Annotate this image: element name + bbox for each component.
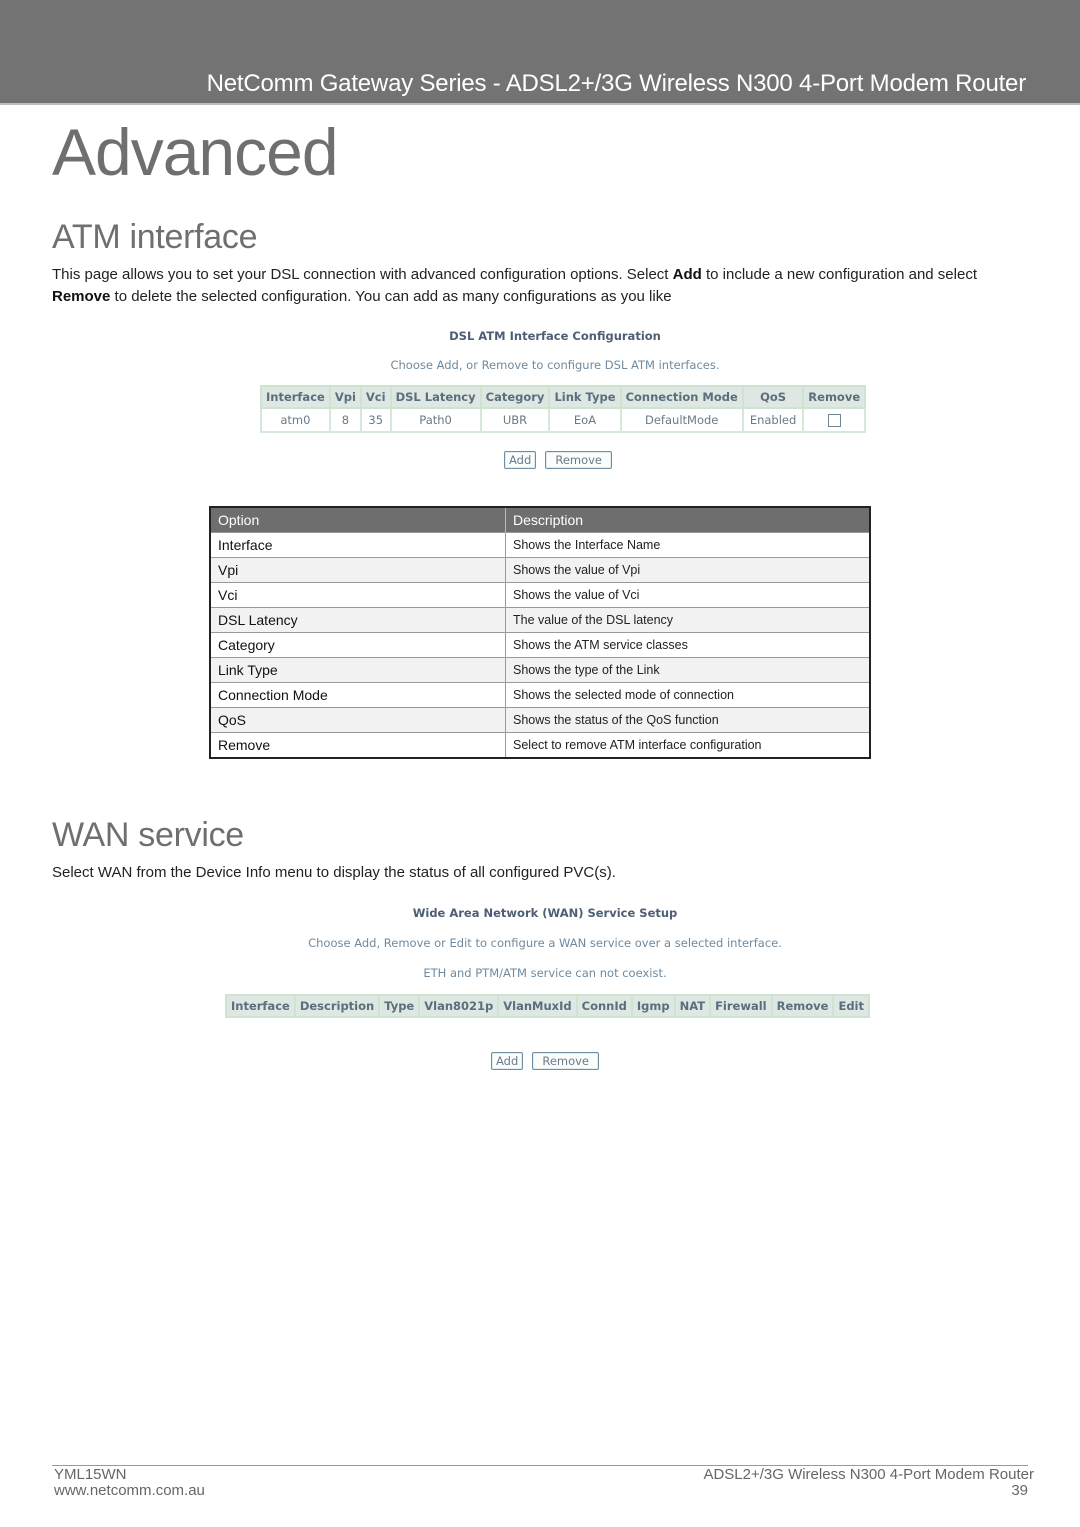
atm-button-row: Add Remove [260, 449, 850, 469]
column-header: Category [479, 385, 551, 409]
cell-link-type: EoA [548, 407, 622, 433]
option-name: Link Type [209, 657, 506, 683]
option-description: Select to remove ATM interface configura… [505, 732, 870, 758]
table-row: atm0 8 35 Path0 UBR EoA DefaultMode Enab… [260, 407, 867, 433]
wan-add-button[interactable]: Add [490, 1052, 524, 1070]
wan-service-header-row: Interface Description Type Vlan8021p Vla… [225, 994, 870, 1018]
atm-interface-table: Interface Vpi Vci DSL Latency Category L… [260, 385, 867, 433]
table-row: Link Type Shows the type of the Link [209, 657, 870, 683]
table-row: DSL Latency The value of the DSL latency [209, 607, 870, 633]
atm-remove-button[interactable]: Remove [545, 451, 613, 469]
cell-dsl-latency: Path0 [389, 407, 482, 433]
column-header: DSL Latency [389, 385, 482, 409]
option-description: Shows the Interface Name [505, 532, 870, 558]
table-row: Category Shows the ATM service classes [209, 632, 870, 658]
dsl-atm-config-subtitle: Choose Add, or Remove to configure DSL A… [390, 358, 720, 372]
option-description: Shows the value of Vpi [505, 557, 870, 583]
dsl-atm-config-title: DSL ATM Interface Configuration [449, 329, 661, 343]
column-header: Remove [802, 385, 867, 409]
column-header: VlanMuxId [497, 994, 578, 1018]
option-description: Shows the ATM service classes [505, 632, 870, 658]
column-header: Vpi [328, 385, 362, 409]
column-header: Interface [225, 994, 296, 1018]
wan-remove-button[interactable]: Remove [532, 1052, 600, 1070]
wan-section-heading: WAN service [52, 816, 244, 854]
wan-button-row: Add Remove [225, 1050, 865, 1070]
series-title: NetComm Gateway Series - ADSL2+/3G Wirel… [206, 70, 1027, 97]
column-header: Edit [832, 994, 870, 1018]
options-header-row: Option Description [209, 507, 870, 533]
option-name: DSL Latency [209, 607, 506, 633]
column-header: Link Type [548, 385, 622, 409]
cell-remove [802, 407, 867, 433]
table-row: Vpi Shows the value of Vpi [209, 557, 870, 583]
column-header: Type [378, 994, 421, 1018]
column-header: Igmp [630, 994, 676, 1018]
option-name: QoS [209, 707, 506, 733]
option-name: Interface [209, 532, 506, 558]
table-row: Connection Mode Shows the selected mode … [209, 682, 870, 708]
cell-vpi: 8 [328, 407, 362, 433]
cell-qos: Enabled [741, 407, 805, 433]
column-header: ConnId [575, 994, 633, 1018]
column-header: Description [293, 994, 381, 1018]
cell-vci: 35 [359, 407, 392, 433]
option-column-header: Option [209, 507, 506, 533]
option-name: Category [209, 632, 506, 658]
cell-interface: atm0 [260, 407, 331, 433]
wan-setup-subtitle: Choose Add, Remove or Edit to configure … [308, 936, 782, 950]
wan-service-table: Interface Description Type Vlan8021p Vla… [225, 994, 870, 1018]
wan-setup-coexist-note: ETH and PTM/ATM service can not coexist. [423, 966, 667, 980]
description-column-header: Description [505, 507, 870, 533]
footer-model: YML15WN [54, 1466, 127, 1483]
option-description: Shows the type of the Link [505, 657, 870, 683]
option-name: Vpi [209, 557, 506, 583]
table-row: Remove Select to remove ATM interface co… [209, 732, 870, 758]
column-header: Vlan8021p [418, 994, 500, 1018]
column-header: Firewall [709, 994, 773, 1018]
option-description: Shows the selected mode of connection [505, 682, 870, 708]
atm-interface-header-row: Interface Vpi Vci DSL Latency Category L… [260, 385, 867, 409]
option-description: Shows the status of the QoS function [505, 707, 870, 733]
options-table: Option Description Interface Shows the I… [209, 506, 871, 759]
option-description: The value of the DSL latency [505, 607, 870, 633]
atm-section-heading: ATM interface [52, 218, 258, 256]
column-header: Connection Mode [619, 385, 744, 409]
header-banner: NetComm Gateway Series - ADSL2+/3G Wirel… [0, 0, 1080, 105]
remove-checkbox[interactable] [827, 414, 841, 427]
cell-category: UBR [479, 407, 551, 433]
page-number: 39 [1011, 1482, 1028, 1499]
column-header: NAT [673, 994, 712, 1018]
option-name: Connection Mode [209, 682, 506, 708]
column-header: Vci [359, 385, 392, 409]
page-title: Advanced [52, 115, 339, 189]
cell-connection-mode: DefaultMode [619, 407, 744, 433]
atm-intro-paragraph: This page allows you to set your DSL con… [52, 266, 977, 305]
wan-setup-title: Wide Area Network (WAN) Service Setup [412, 906, 678, 920]
table-row: Interface Shows the Interface Name [209, 532, 870, 558]
table-row: Vci Shows the value of Vci [209, 582, 870, 608]
wan-service-setup-screenshot: Wide Area Network (WAN) Service Setup Ch… [225, 906, 870, 1070]
dsl-atm-config-screenshot: DSL ATM Interface Configuration Choose A… [260, 329, 867, 469]
column-header: Interface [260, 385, 331, 409]
option-name: Remove [209, 732, 506, 758]
footer-product: ADSL2+/3G Wireless N300 4-Port Modem Rou… [703, 1466, 1034, 1483]
table-row: QoS Shows the status of the QoS function [209, 707, 870, 733]
option-name: Vci [209, 582, 506, 608]
wan-intro-paragraph: Select WAN from the Device Info menu to … [52, 864, 616, 881]
column-header: QoS [741, 385, 805, 409]
footer-website: www.netcomm.com.au [54, 1482, 205, 1499]
column-header: Remove [770, 994, 835, 1018]
option-description: Shows the value of Vci [505, 582, 870, 608]
atm-add-button[interactable]: Add [503, 451, 537, 469]
